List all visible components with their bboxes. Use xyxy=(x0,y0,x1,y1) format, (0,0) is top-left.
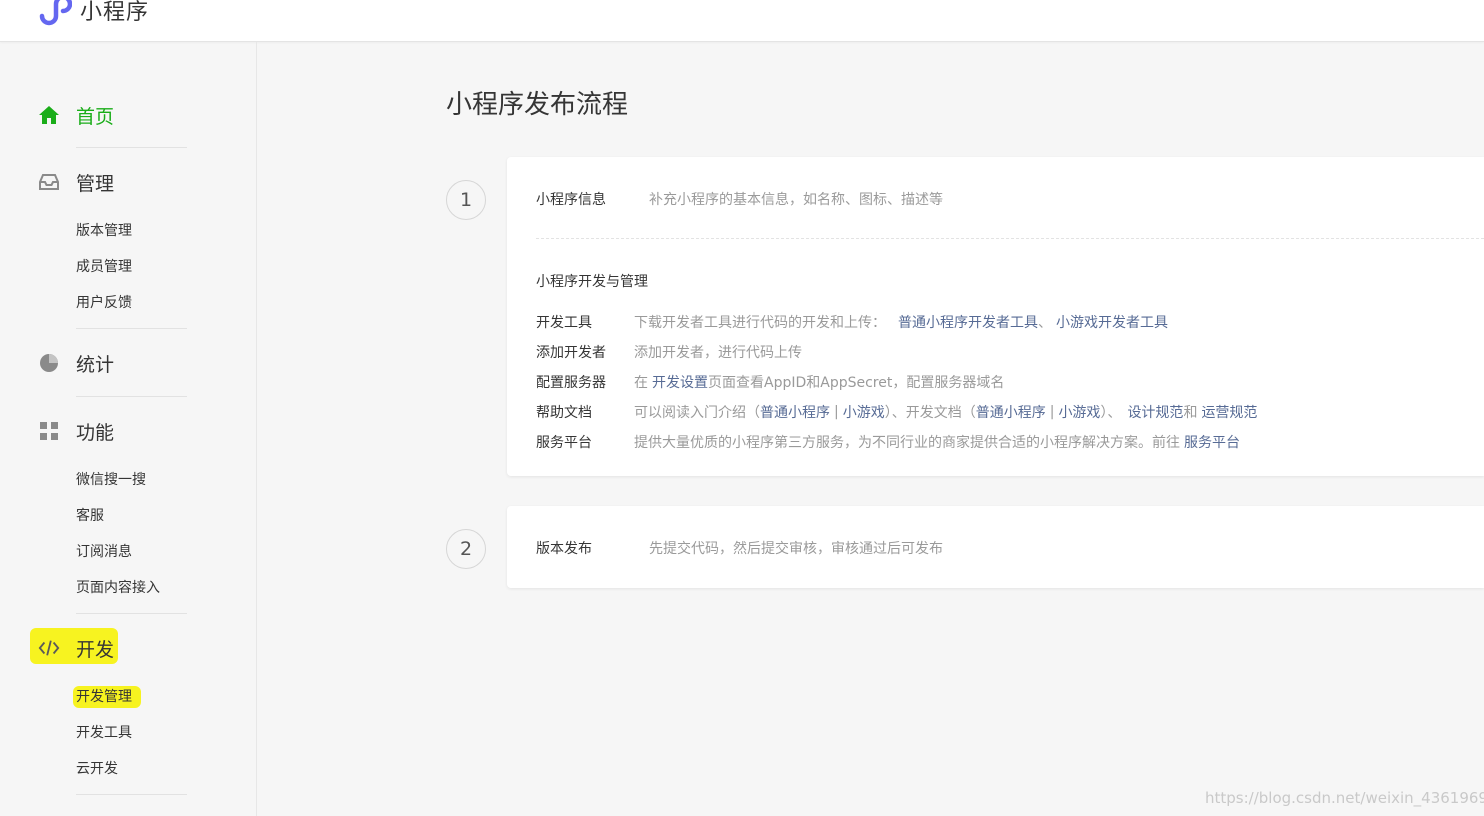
info-desc: 补充小程序的基本信息，如名称、图标、描述等 xyxy=(649,192,943,208)
sidebar-subitem-subscribe-message[interactable]: 订阅消息 xyxy=(76,542,132,562)
row-add-dev: 添加开发者 添加开发者，进行代码上传 xyxy=(536,342,802,362)
divider xyxy=(76,396,187,397)
link-dev-settings[interactable]: 开发设置 xyxy=(652,372,708,392)
page-title: 小程序发布流程 xyxy=(446,90,629,120)
link-design-spec[interactable]: 设计规范 xyxy=(1127,402,1183,422)
link-docs-mp[interactable]: 普通小程序 xyxy=(976,402,1046,422)
link-minigame-dev-tool[interactable]: 小游戏开发者工具 xyxy=(1056,312,1168,332)
info-label: 小程序信息 xyxy=(536,192,606,208)
sidebar-item-label: 开发 xyxy=(76,638,115,661)
sidebar-subitem-dev-manage[interactable]: 开发管理 xyxy=(76,687,132,707)
divider xyxy=(76,794,187,795)
sidebar-item-label: 管理 xyxy=(76,172,115,195)
sidebar-item-home[interactable]: 首页 xyxy=(38,100,114,130)
grid-icon xyxy=(38,420,60,442)
step-number: 1 xyxy=(446,180,486,220)
sidebar-subitem-page-content[interactable]: 页面内容接入 xyxy=(76,578,160,598)
link-docs-minigame[interactable]: 小游戏 xyxy=(1058,402,1100,422)
sidebar-subitem-customer-service[interactable]: 客服 xyxy=(76,506,104,526)
sidebar-subitem-member-manage[interactable]: 成员管理 xyxy=(76,257,132,277)
divider xyxy=(76,328,187,329)
row-key: 添加开发者 xyxy=(536,345,606,361)
top-header: 小程序 xyxy=(0,0,1484,42)
inbox-icon xyxy=(38,171,60,193)
row-text: 添加开发者，进行代码上传 xyxy=(634,345,802,361)
row-text: 下载开发者工具进行代码的开发和上传： xyxy=(634,315,886,331)
sidebar-item-manage[interactable]: 管理 xyxy=(38,167,114,197)
release-desc: 先提交代码，然后提交审核，审核通过后可发布 xyxy=(649,541,943,557)
home-icon xyxy=(38,104,60,126)
divider xyxy=(76,613,187,614)
info-row: 小程序信息 补充小程序的基本信息，如名称、图标、描述等 xyxy=(536,189,943,209)
link-ops-spec[interactable]: 运营规范 xyxy=(1201,402,1257,422)
link-mp-dev-tool[interactable]: 普通小程序开发者工具 xyxy=(898,312,1038,332)
divider xyxy=(76,147,187,148)
row-key: 服务平台 xyxy=(536,435,592,451)
row-service-platform: 服务平台 提供大量优质的小程序第三方服务，为不同行业的商家提供合适的小程序解决方… xyxy=(536,432,1240,452)
link-intro-mp[interactable]: 普通小程序 xyxy=(760,402,830,422)
sidebar-item-label: 首页 xyxy=(76,105,115,128)
sidebar-subitem-cloud-dev[interactable]: 云开发 xyxy=(76,759,118,779)
sidebar-item-develop[interactable]: 开发 xyxy=(38,633,114,663)
sidebar-subitem-wechat-search[interactable]: 微信搜一搜 xyxy=(76,470,146,490)
app-logo[interactable]: 小程序 xyxy=(38,0,149,26)
release-row: 版本发布 先提交代码，然后提交审核，审核通过后可发布 xyxy=(536,538,943,558)
row-key: 配置服务器 xyxy=(536,375,606,391)
dashed-divider xyxy=(536,238,1484,239)
sidebar-item-features[interactable]: 功能 xyxy=(38,416,114,446)
link-intro-minigame[interactable]: 小游戏 xyxy=(843,402,885,422)
row-help-docs: 帮助文档 可以阅读入门介绍（ 普通小程序 | 小游戏 ）、开发文档（ 普通小程序… xyxy=(536,402,1258,422)
row-server: 配置服务器 在 开发设置 页面查看AppID和AppSecret，配置服务器域名 xyxy=(536,372,1004,392)
app-title: 小程序 xyxy=(80,0,150,25)
watermark: https://blog.csdn.net/weixin_43619697 xyxy=(1205,789,1484,807)
step1-card: 小程序信息 补充小程序的基本信息，如名称、图标、描述等 小程序开发与管理 开发工… xyxy=(507,157,1484,476)
pie-chart-icon xyxy=(38,352,60,374)
row-key: 帮助文档 xyxy=(536,405,592,421)
sidebar-subitem-version-manage[interactable]: 版本管理 xyxy=(76,221,132,241)
code-icon xyxy=(38,637,60,659)
release-label: 版本发布 xyxy=(536,541,592,557)
sidebar-subitem-dev-tools[interactable]: 开发工具 xyxy=(76,723,132,743)
step2-card: 版本发布 先提交代码，然后提交审核，审核通过后可发布 xyxy=(507,506,1484,588)
sidebar-item-label: 统计 xyxy=(76,353,115,376)
step-number: 2 xyxy=(446,529,486,569)
row-dev-tools: 开发工具 下载开发者工具进行代码的开发和上传： 普通小程序开发者工具 、 小游戏… xyxy=(536,312,1168,332)
sidebar-item-stats[interactable]: 统计 xyxy=(38,348,114,378)
sidebar-item-label: 功能 xyxy=(76,421,115,444)
miniprogram-logo-icon xyxy=(39,0,72,26)
section-title: 小程序开发与管理 xyxy=(536,274,648,290)
sidebar-subitem-user-feedback[interactable]: 用户反馈 xyxy=(76,293,132,313)
row-key: 开发工具 xyxy=(536,315,592,331)
link-service-platform[interactable]: 服务平台 xyxy=(1184,432,1240,452)
